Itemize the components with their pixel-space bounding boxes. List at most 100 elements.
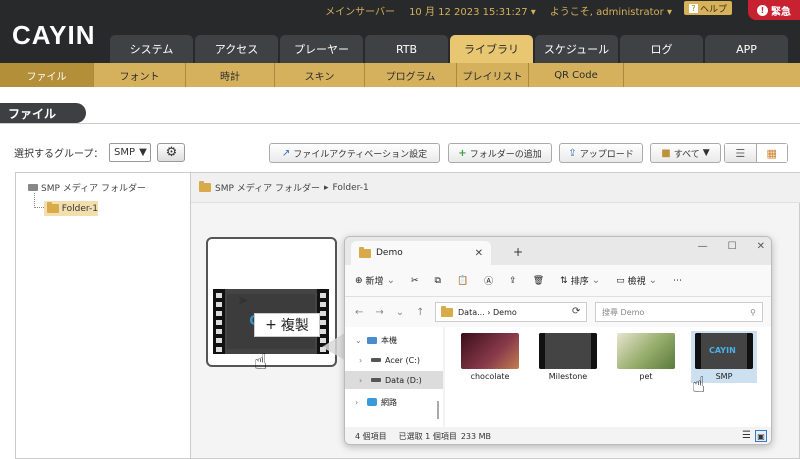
drop-target-card[interactable]: CAYIN: [206, 237, 337, 367]
tab-system[interactable]: システム: [110, 35, 193, 63]
nav-this-pc[interactable]: ⌄ 本機: [345, 331, 443, 349]
details-view-icon[interactable]: ☰: [742, 430, 751, 442]
back-icon[interactable]: ←: [355, 307, 363, 318]
caret-down-icon: ⌄: [591, 275, 601, 286]
drive-icon: [371, 378, 381, 382]
folder-icon: [199, 181, 211, 192]
tree-root-label: SMP メディア フォルダー: [41, 184, 146, 194]
tab-player[interactable]: プレーヤー: [280, 35, 363, 63]
view-button[interactable]: ▭ 檢視 ⌄: [616, 274, 657, 287]
filter-dropdown[interactable]: ■ すべて ▼: [650, 143, 721, 163]
plus-circle-icon: ⊕: [355, 275, 363, 286]
file-item-milestone[interactable]: Milestone: [535, 333, 601, 383]
tree-item-folder-1[interactable]: Folder-1: [44, 201, 98, 216]
hand-cursor-icon: ☝: [692, 373, 706, 398]
minimize-icon[interactable]: —: [698, 241, 708, 252]
upload-button[interactable]: ⇪ アップロード: [559, 143, 643, 163]
tree-connector: [34, 193, 44, 208]
paste-icon[interactable]: 📋: [457, 276, 468, 286]
maximize-icon[interactable]: ☐: [728, 241, 737, 252]
lock-icon: ■: [661, 147, 671, 159]
address-input[interactable]: Data... › Demo: [435, 302, 587, 322]
tree-root[interactable]: SMP メディア フォルダー: [28, 181, 146, 194]
file-name: Milestone: [548, 372, 588, 381]
share-icon[interactable]: ⇪: [509, 276, 517, 286]
group-select-value: SMP: [114, 147, 136, 158]
new-button[interactable]: ⊕ 新增 ⌄: [355, 274, 395, 287]
caret-down-icon: ⌄: [386, 275, 395, 286]
group-selector-row: 選択するグループ： SMP ▼ ⚙: [14, 143, 186, 162]
tiles-view-icon[interactable]: ▣: [755, 430, 767, 442]
list-view-button[interactable]: ☰: [725, 144, 756, 162]
subtab-playlist[interactable]: プレイリスト: [457, 63, 529, 87]
network-icon: [367, 398, 377, 406]
tab-rtb[interactable]: RTB: [365, 35, 448, 63]
explorer-tab-demo[interactable]: Demo ✕: [351, 241, 491, 265]
new-label: 新增: [365, 277, 384, 287]
delete-icon[interactable]: 🗑: [533, 276, 544, 286]
grid-view-button[interactable]: ▦: [755, 144, 787, 162]
grid-icon: ▦: [766, 146, 777, 160]
file-activation-button[interactable]: ↗ ファイルアクティベーション設定: [269, 143, 440, 163]
selected-count: 已選取 1 個項目: [398, 432, 457, 441]
file-name: chocolate: [470, 372, 510, 381]
hand-cursor-icon: ☝: [254, 350, 268, 375]
refresh-icon[interactable]: ⟳: [572, 306, 580, 317]
tab-log[interactable]: ログ: [620, 35, 703, 63]
file-activation-label: ファイルアクティベーション設定: [293, 149, 428, 160]
explorer-status-bar: 4 個項目 已選取 1 個項目 233 MB ☰ ▣: [345, 427, 771, 444]
up-icon[interactable]: ↑: [416, 307, 424, 318]
subtab-font[interactable]: フォント: [94, 63, 186, 87]
nav-drive-d[interactable]: › Data (D:): [345, 371, 443, 389]
subtab-skin[interactable]: スキン: [275, 63, 365, 87]
add-folder-button[interactable]: + フォルダーの追加: [448, 143, 552, 163]
group-settings-button[interactable]: ⚙: [157, 143, 186, 162]
history-icon[interactable]: ⌄: [396, 307, 404, 318]
cut-icon[interactable]: ✂: [411, 276, 419, 286]
close-tab-icon[interactable]: ✕: [475, 248, 483, 259]
new-tab-icon[interactable]: +: [513, 245, 523, 259]
group-label: 選択するグループ：: [14, 149, 104, 160]
chevron-right-icon: ›: [359, 355, 363, 365]
forward-icon[interactable]: →: [375, 307, 383, 318]
breadcrumb-root[interactable]: SMP メディア フォルダー: [215, 181, 320, 194]
upload-label: アップロード: [579, 149, 634, 160]
plus-icon: +: [265, 317, 277, 333]
thumbnail-logo: CAYIN: [709, 346, 736, 355]
user-menu[interactable]: ようこそ, administrator: [550, 3, 672, 18]
datetime-dropdown[interactable]: 10 月 12 2023 15:31:27: [409, 3, 536, 18]
nav-drive-c[interactable]: › Acer (C:): [345, 351, 443, 369]
subtab-qr-code[interactable]: QR Code: [529, 63, 624, 87]
explorer-search-input[interactable]: 搜尋 Demo ⚲: [595, 302, 763, 322]
help-label: ヘルプ: [699, 4, 727, 15]
more-icon[interactable]: ⋯: [673, 276, 682, 286]
chevron-down-icon: ⌄: [355, 335, 362, 345]
group-select[interactable]: SMP ▼: [109, 143, 152, 162]
main-nav-tabs: システム アクセス プレーヤー RTB ライブラリ スケジュール ログ APP: [110, 35, 790, 63]
caret-down-icon: ⌄: [648, 275, 658, 286]
explorer-sidebar: ⌄ 本機 › Acer (C:) › Data (D:) › 網路: [345, 327, 443, 427]
copy-icon[interactable]: ⧉: [435, 276, 441, 286]
subtab-clock[interactable]: 時計: [186, 63, 275, 87]
file-thumbnail: [461, 333, 519, 369]
subtab-file[interactable]: ファイル: [0, 63, 94, 87]
help-button[interactable]: ? ヘルプ: [684, 1, 732, 15]
tab-access[interactable]: アクセス: [195, 35, 278, 63]
tab-app[interactable]: APP: [705, 35, 788, 63]
address-path: Data... › Demo: [458, 307, 517, 317]
view-icon: ▭: [616, 275, 625, 286]
close-icon[interactable]: ✕: [757, 241, 765, 252]
sort-button[interactable]: ⇅ 排序 ⌄: [560, 274, 600, 287]
rename-icon[interactable]: Ⓐ: [484, 274, 493, 287]
subtab-program[interactable]: プログラム: [365, 63, 457, 87]
chevron-right-icon: ›: [359, 375, 363, 385]
nav-network[interactable]: › 網路: [345, 393, 443, 411]
upload-icon: ⇪: [568, 147, 577, 159]
nav-label: 本機: [381, 335, 397, 345]
file-item-pet[interactable]: pet: [613, 333, 679, 383]
tab-library[interactable]: ライブラリ: [450, 35, 533, 63]
urgent-button[interactable]: ! 緊急: [748, 0, 800, 20]
tab-schedule[interactable]: スケジュール: [535, 35, 618, 63]
sidebar-scrollbar[interactable]: [437, 401, 439, 419]
file-item-chocolate[interactable]: chocolate: [457, 333, 523, 383]
